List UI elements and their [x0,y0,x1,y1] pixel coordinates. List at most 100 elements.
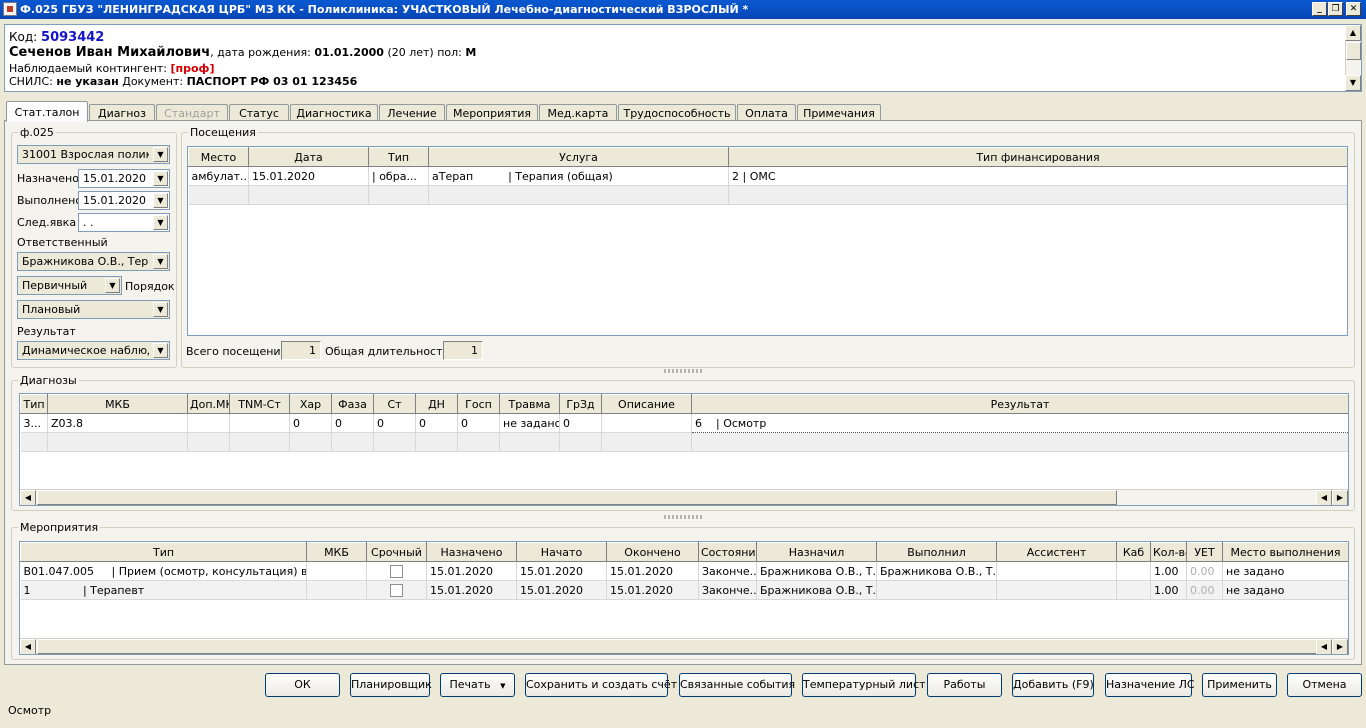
save-and-invoice-button[interactable]: Сохранить и создать счёт [525,673,677,697]
scroll-thumb[interactable] [37,639,1317,654]
dropdown-arrow-icon[interactable]: ▼ [105,278,120,293]
table-row[interactable]: B01.047.005 | Прием (осмотр, консультаци… [20,561,1348,581]
maximize-button[interactable]: ❐ [1328,2,1343,16]
tab-payment[interactable]: Оплата [737,104,796,121]
close-button[interactable]: ✕ [1346,2,1361,16]
order-combo[interactable]: Плановый ▼ [17,300,170,319]
col-header[interactable]: Тип [20,394,48,414]
col-header[interactable]: Дата [248,147,369,167]
urgent-checkbox[interactable] [390,564,403,578]
col-header[interactable]: Результат [691,394,1348,414]
splitter-handle[interactable] [664,515,704,519]
tab-diagnosis[interactable]: Диагноз [89,104,155,121]
table-row-empty[interactable] [188,185,1347,205]
scroll-left-icon[interactable]: ◀ [1316,490,1332,505]
calendar-dropdown-icon[interactable]: ▼ [153,171,168,186]
col-header[interactable]: TNM-Ст [229,394,290,414]
col-header[interactable]: Ассистент [996,542,1117,562]
tab-med-card[interactable]: Мед.карта [539,104,617,121]
scroll-down-icon[interactable]: ▼ [1345,75,1361,91]
col-header[interactable]: Выполнил [876,542,997,562]
scroll-left-icon[interactable]: ◀ [20,490,36,505]
done-date-field[interactable]: 15.01.2020 ▼ [78,191,170,210]
visit-type-combo[interactable]: Первичный ▼ [17,276,122,295]
col-header[interactable]: Описание [601,394,692,414]
temperature-sheet-button[interactable]: Температурный лист [802,673,926,697]
department-combo[interactable]: 31001 Взрослая поликли ▼ [17,145,170,164]
tab-treatment[interactable]: Лечение [379,104,445,121]
col-header[interactable]: Состояние [698,542,757,562]
scroll-right-icon[interactable]: ▶ [1332,639,1348,654]
col-header[interactable]: Тип [368,147,429,167]
assign-drugs-button[interactable]: Назначение ЛС [1105,673,1195,697]
events-grid[interactable]: Тип МКБ Срочный Назначено Начато Окончен… [19,541,1349,655]
table-row-empty[interactable] [20,432,1348,452]
tab-work-capacity[interactable]: Трудоспособность [618,104,736,121]
col-header[interactable]: Тип [20,542,307,562]
diagnoses-grid[interactable]: Тип МКБ Доп.МКБ TNM-Ст Хар Фаза Ст ДН Го… [19,393,1349,506]
print-button[interactable]: Печать ▼ [440,673,515,697]
calendar-dropdown-icon[interactable]: ▼ [153,215,168,230]
ok-button[interactable]: ОК [265,673,340,697]
dropdown-arrow-icon[interactable]: ▼ [153,147,168,162]
col-header[interactable]: Срочный [366,542,427,562]
col-header[interactable]: Услуга [428,147,729,167]
calendar-dropdown-icon[interactable]: ▼ [153,193,168,208]
linked-events-button[interactable]: Связанные события [679,673,795,697]
dropdown-arrow-icon[interactable]: ▼ [153,343,168,358]
tab-standard[interactable]: Стандарт [156,104,228,121]
scroll-left-icon[interactable]: ◀ [20,639,36,654]
col-header[interactable]: Доп.МКБ [187,394,230,414]
visits-grid[interactable]: Место Дата Тип Услуга Тип финансирования… [187,146,1348,336]
tab-diagnostics[interactable]: Диагностика [290,104,378,121]
scroll-up-icon[interactable]: ▲ [1345,25,1361,41]
planner-button[interactable]: Планировщик [350,673,432,697]
cancel-button[interactable]: Отмена [1287,673,1362,697]
col-header[interactable]: Кол-во [1150,542,1187,562]
col-header[interactable]: Место [188,147,249,167]
col-header[interactable]: Госп [457,394,500,414]
col-header[interactable]: МКБ [47,394,188,414]
scroll-left-icon[interactable]: ◀ [1316,639,1332,654]
col-header[interactable]: Хар [289,394,332,414]
col-header[interactable]: Травма [499,394,560,414]
tab-status[interactable]: Статус [229,104,289,121]
scroll-thumb[interactable] [37,490,1117,505]
table-row[interactable]: 3... Z03.8 0 0 0 0 0 не задано 0 6 | Осм… [20,413,1348,433]
result-combo[interactable]: Динамическое наблюден ▼ [17,341,170,360]
add-button[interactable]: Добавить (F9) [1012,673,1094,697]
tab-notes[interactable]: Примечания [797,104,881,121]
col-header[interactable]: МКБ [306,542,367,562]
diagnoses-hscrollbar[interactable]: ◀ ◀ ▶ [20,489,1348,505]
tab-stat-talon[interactable]: Стат.талон [6,101,88,122]
dropdown-arrow-icon[interactable]: ▼ [153,302,168,317]
col-header[interactable]: Ст [373,394,416,414]
col-header[interactable]: Назначил [756,542,877,562]
assigned-date-field[interactable]: 15.01.2020 ▼ [78,169,170,188]
scroll-right-icon[interactable]: ▶ [1332,490,1348,505]
events-hscrollbar[interactable]: ◀ ◀ ▶ [20,638,1348,654]
urgent-checkbox[interactable] [390,583,403,597]
table-row[interactable]: 1 | Терапевт 15.01.2020 15.01.2020 15.01… [20,580,1348,600]
scroll-thumb[interactable] [1346,42,1361,60]
col-header[interactable]: Окончено [606,542,699,562]
col-header[interactable]: УЕТ [1186,542,1223,562]
col-header[interactable]: ДН [415,394,458,414]
col-header[interactable]: Тип финансирования [728,147,1347,167]
col-header[interactable]: ГрЗд [559,394,602,414]
responsible-combo[interactable]: Бражникова О.В., Терапе ▼ [17,252,170,271]
apply-button[interactable]: Применить [1202,673,1277,697]
works-button[interactable]: Работы [927,673,1002,697]
tab-events[interactable]: Мероприятия [446,104,538,121]
minimize-button[interactable]: _ [1312,2,1327,16]
col-header[interactable]: Назначено [426,542,517,562]
next-visit-field[interactable]: . . ▼ [78,213,170,232]
splitter-handle[interactable] [664,369,704,373]
table-row[interactable]: амбулат... 15.01.2020 | обра... аТерап |… [188,166,1347,186]
dropdown-arrow-icon[interactable]: ▼ [153,254,168,269]
col-header[interactable]: Фаза [331,394,374,414]
col-header[interactable]: Начато [516,542,607,562]
patient-scrollbar[interactable]: ▲ ▼ [1345,25,1361,91]
col-header[interactable]: Каб [1116,542,1151,562]
col-header[interactable]: Место выполнения [1222,542,1348,562]
